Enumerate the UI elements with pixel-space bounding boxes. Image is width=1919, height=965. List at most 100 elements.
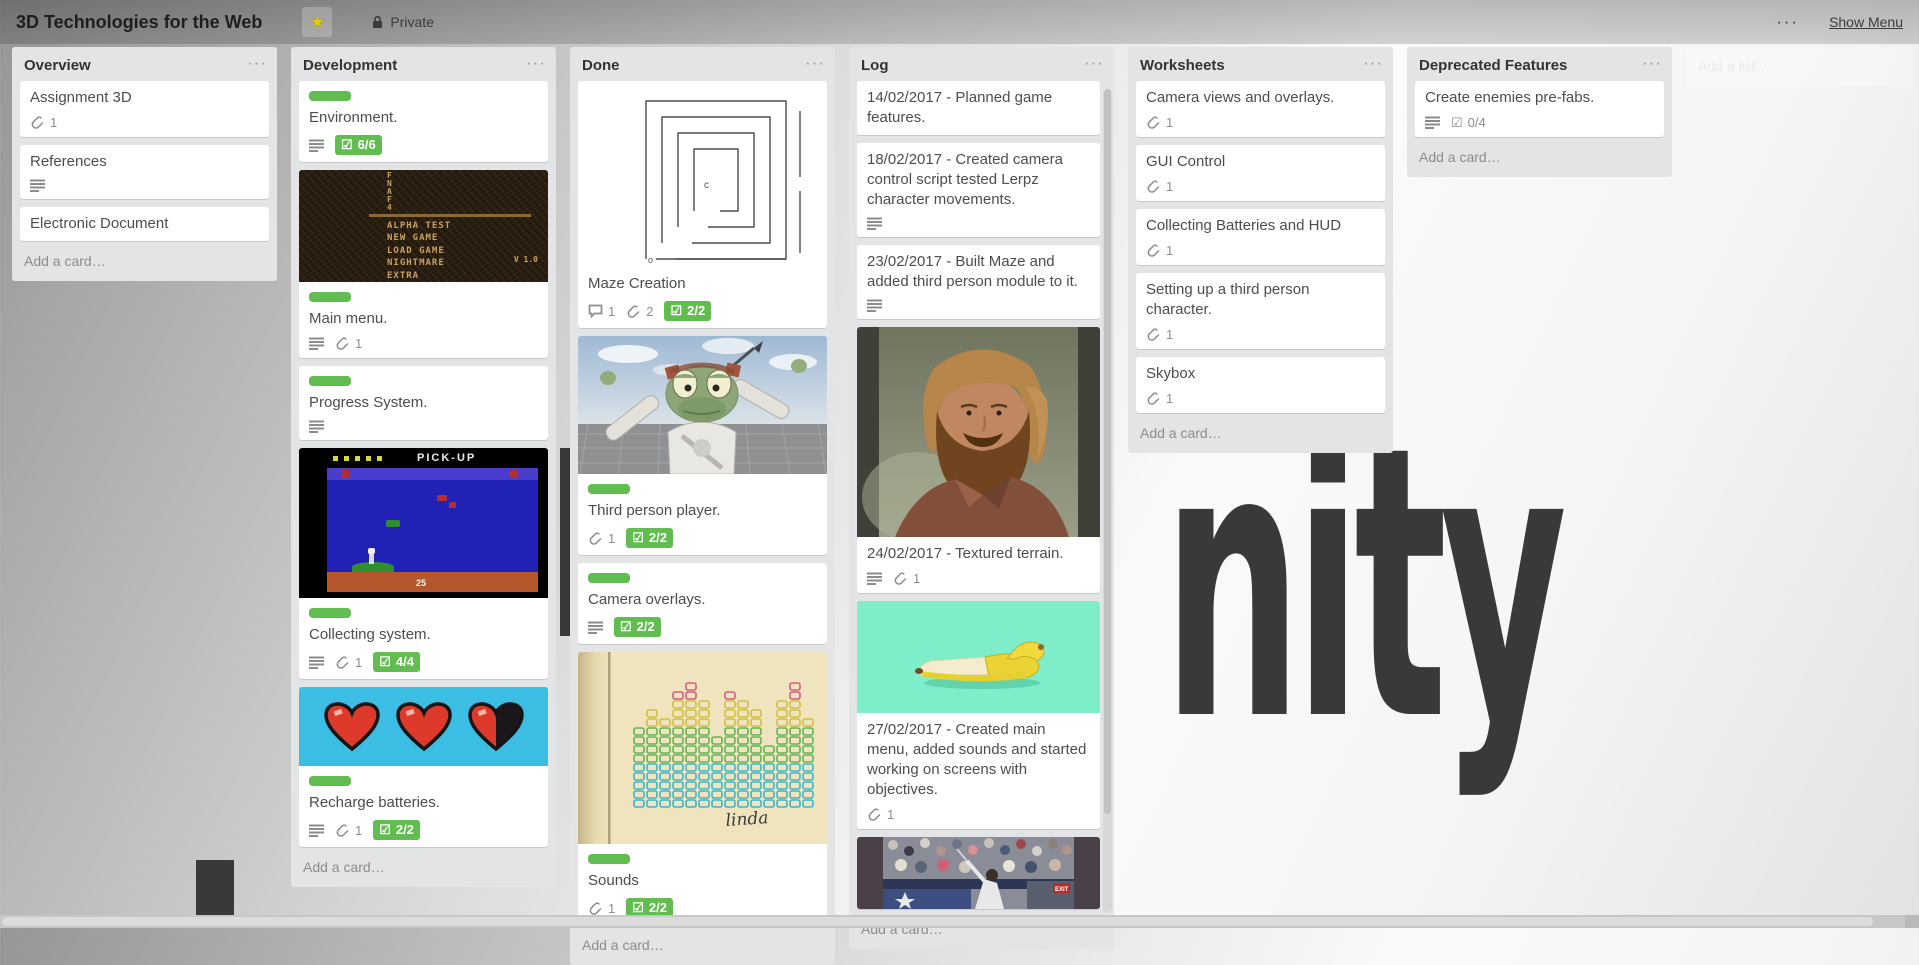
card[interactable]: GUI Control 1 xyxy=(1136,145,1385,201)
lock-icon xyxy=(372,15,383,29)
attachment-badge: 1 xyxy=(30,115,57,130)
add-card-button[interactable]: Add a card… xyxy=(1128,421,1393,449)
checklist-badge: ☑2/2 xyxy=(664,301,711,321)
card[interactable]: Skybox 1 xyxy=(1136,357,1385,413)
add-card-button[interactable]: Add a card… xyxy=(12,249,277,277)
card-title: Maze Creation xyxy=(588,274,817,294)
paperclip-icon xyxy=(588,901,603,916)
card-image-stadium-crowd: EXIT xyxy=(857,837,1100,909)
list-title: Done xyxy=(582,57,620,74)
list-menu-button[interactable]: ··· xyxy=(1363,53,1383,73)
green-label xyxy=(588,573,630,583)
attachment-badge: 1 xyxy=(335,336,362,351)
green-label xyxy=(309,376,351,386)
checklist-badge: ☑2/2 xyxy=(614,617,661,637)
card-title: Electronic Document xyxy=(30,214,259,234)
card[interactable]: Electronic Document xyxy=(20,207,269,241)
card-image-pickup-game-screenshot: PICK-UP 25 xyxy=(299,448,548,598)
attachment-badge: 1 xyxy=(1146,391,1173,406)
paperclip-icon xyxy=(867,807,882,822)
star-button[interactable]: ★ xyxy=(302,7,332,37)
description-icon xyxy=(867,572,882,585)
list-menu-button[interactable]: ··· xyxy=(247,53,267,73)
green-label xyxy=(588,854,630,864)
card[interactable]: linda Sounds 1 ☑2/2 xyxy=(578,652,827,925)
star-icon: ★ xyxy=(310,12,324,32)
card-title: 18/02/2017 - Created camera control scri… xyxy=(867,150,1090,210)
description-icon xyxy=(309,656,324,669)
card-title: 27/02/2017 - Created main menu, added so… xyxy=(867,720,1090,800)
list-menu-button[interactable]: ··· xyxy=(1084,53,1104,73)
card-title: Progress System. xyxy=(309,393,538,413)
header-menu-dots[interactable]: ··· xyxy=(1776,12,1799,32)
paperclip-icon xyxy=(626,304,641,319)
list-title: Worksheets xyxy=(1140,57,1225,74)
add-card-button[interactable]: Add a card… xyxy=(570,933,835,961)
show-menu-link[interactable]: Show Menu xyxy=(1829,14,1903,30)
description-icon xyxy=(867,299,882,312)
list-title: Log xyxy=(861,57,889,74)
svg-text:c: c xyxy=(704,180,709,191)
board-title: 3D Technologies for the Web xyxy=(16,12,262,33)
card[interactable]: 24/02/2017 - Textured terrain. 1 xyxy=(857,327,1100,593)
add-card-button[interactable]: Add a card… xyxy=(1407,145,1672,173)
add-card-button[interactable]: Add a card… xyxy=(291,855,556,883)
card[interactable]: Camera overlays. ☑2/2 xyxy=(578,563,827,644)
card[interactable]: FNAF4 ALPHA TESTNEW GAMELOAD GAMENIGHTMA… xyxy=(299,170,548,358)
list-worksheets: Worksheets ··· Camera views and overlays.… xyxy=(1128,47,1393,453)
card-image-banana-animation xyxy=(857,601,1100,713)
description-icon xyxy=(588,621,603,634)
card[interactable]: 14/02/2017 - Planned game features. xyxy=(857,81,1100,135)
description-icon xyxy=(309,420,324,433)
green-label xyxy=(309,292,351,302)
card[interactable]: PICK-UP 25 Collecting system. xyxy=(299,448,548,679)
list-menu-button[interactable]: ··· xyxy=(526,53,546,73)
card[interactable]: Camera views and overlays. 1 xyxy=(1136,81,1385,137)
checkbox-icon: ☑ xyxy=(632,531,644,544)
card[interactable]: Setting up a third person character. 1 xyxy=(1136,273,1385,349)
attachment-badge: 1 xyxy=(1146,115,1173,130)
card-title: Collecting system. xyxy=(309,625,538,645)
card-title: Camera views and overlays. xyxy=(1146,88,1375,108)
card[interactable]: EXIT xyxy=(857,837,1100,909)
attachment-badge: 1 xyxy=(335,823,362,838)
description-icon xyxy=(309,337,324,350)
privacy-indicator[interactable]: Private xyxy=(372,14,434,30)
add-list-button[interactable]: Add a list… xyxy=(1686,47,1913,87)
card-title: Environment. xyxy=(309,108,538,128)
paperclip-icon xyxy=(1146,327,1161,342)
description-icon xyxy=(30,179,45,192)
horizontal-scrollbar[interactable] xyxy=(0,915,1919,928)
svg-text:linda: linda xyxy=(725,808,769,831)
card[interactable]: 18/02/2017 - Created camera control scri… xyxy=(857,143,1100,237)
card[interactable]: Progress System. xyxy=(299,366,548,440)
card[interactable]: Recharge batteries. 1 ☑2/2 xyxy=(299,687,548,847)
attachment-badge: 1 xyxy=(588,531,615,546)
board-canvas: Overview··· Assignment 3D 1 References E… xyxy=(12,47,1913,965)
card[interactable]: Create enemies pre-fabs. ☑0/4 xyxy=(1415,81,1664,137)
description-icon xyxy=(309,824,324,837)
comment-badge: 1 xyxy=(588,304,615,319)
card[interactable]: Collecting Batteries and HUD 1 xyxy=(1136,209,1385,265)
list-log: Log ··· 14/02/2017 - Planned game feature… xyxy=(849,47,1114,949)
paperclip-icon xyxy=(1146,179,1161,194)
list-menu-button[interactable]: ··· xyxy=(805,53,825,73)
checklist-badge: ☑2/2 xyxy=(626,528,673,548)
card[interactable]: Assignment 3D 1 xyxy=(20,81,269,137)
card-title: Skybox xyxy=(1146,364,1375,384)
card-title: Create enemies pre-fabs. xyxy=(1425,88,1654,108)
card-title: Recharge batteries. xyxy=(309,793,538,813)
description-icon xyxy=(309,139,324,152)
svg-text:o: o xyxy=(648,255,653,265)
card[interactable]: Third person player. 1 ☑2/2 xyxy=(578,336,827,555)
log-scrollbar[interactable] xyxy=(1103,89,1112,913)
card[interactable]: 27/02/2017 - Created main menu, added so… xyxy=(857,601,1100,829)
card[interactable]: Environment. ☑6/6 xyxy=(299,81,548,162)
card[interactable]: c o Maze Creation 1 2 ☑2/2 xyxy=(578,81,827,328)
list-menu-button[interactable]: ··· xyxy=(1642,53,1662,73)
card[interactable]: 23/02/2017 - Built Maze and added third … xyxy=(857,245,1100,319)
horizontal-scrollbar-thumb[interactable] xyxy=(2,917,1873,926)
card-title: Camera overlays. xyxy=(588,590,817,610)
card[interactable]: References xyxy=(20,145,269,199)
attachment-badge: 2 xyxy=(626,304,653,319)
